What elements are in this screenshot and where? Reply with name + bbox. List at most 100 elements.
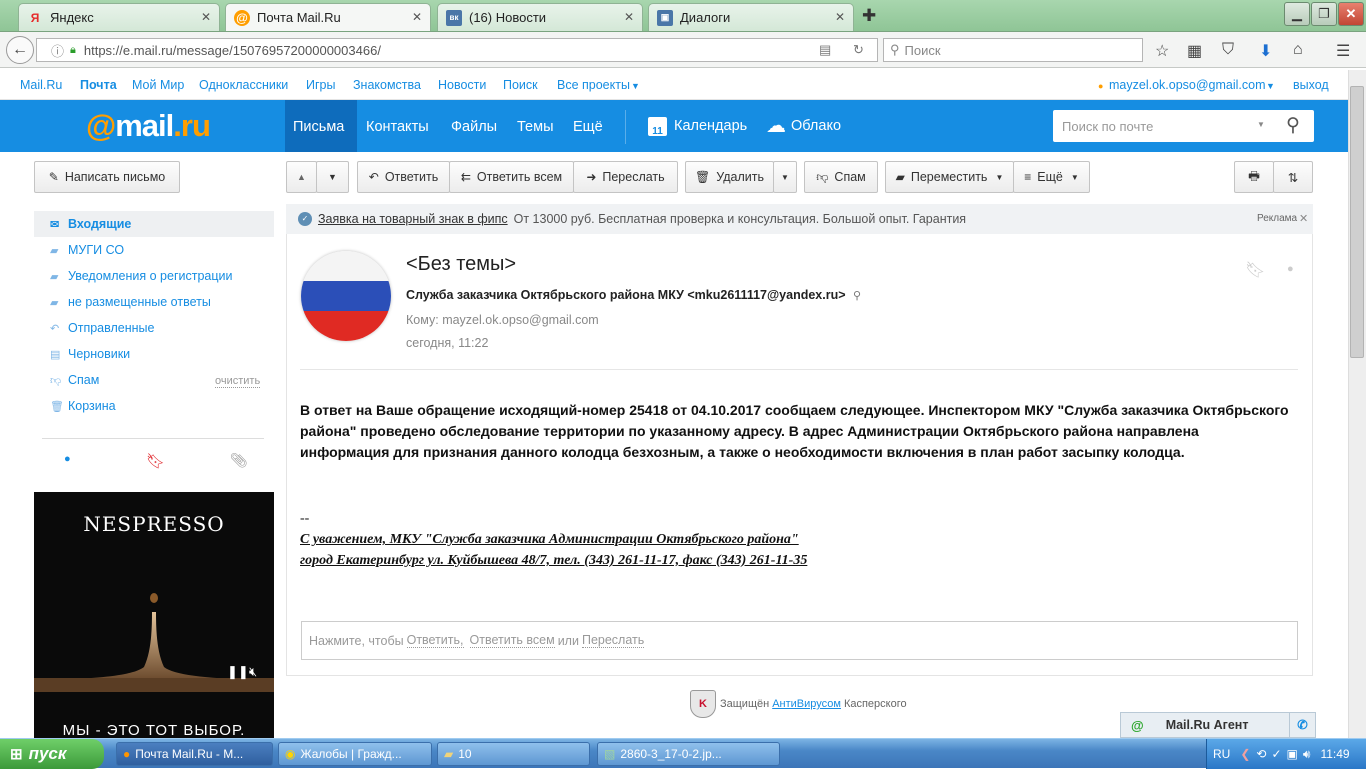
mailru-logo[interactable]: @mail.ru — [86, 108, 211, 144]
reading-list-icon[interactable]: ▦ — [1187, 41, 1202, 61]
close-icon[interactable]: ✕ — [201, 10, 211, 24]
print-button[interactable]: 🖶︎ — [1234, 161, 1274, 193]
link-dating[interactable]: Знакомства — [353, 78, 421, 92]
nav-themes[interactable]: Темы — [509, 100, 562, 152]
pocket-icon[interactable]: ⛉ — [1222, 41, 1234, 59]
tab-mailru[interactable]: @ Почта Mail.Ru ✕ — [225, 3, 431, 31]
task-image-viewer[interactable]: ▧ 2860-3_17-0-2.jp... — [597, 742, 780, 766]
nav-cloud[interactable]: ☁ Облако — [758, 100, 849, 152]
sync-icon[interactable]: ✓ — [1271, 747, 1281, 761]
tab-yandex[interactable]: Я Яндекс ✕ — [18, 3, 220, 31]
folder-drafts[interactable]: ▤ Черновики — [34, 341, 274, 367]
folder-sent[interactable]: ↶ Отправленные — [34, 315, 274, 341]
move-button[interactable]: ▰ Переместить ▼ — [885, 161, 1014, 193]
antivirus-link[interactable]: АнтиВирусом — [772, 698, 841, 710]
task-chrome-complaints[interactable]: ◉ Жалобы | Гражд... — [278, 742, 432, 766]
folder-mugi-so[interactable]: ▰ МУГИ СО — [34, 237, 274, 263]
next-message-button[interactable]: ▼ — [316, 161, 349, 193]
flag-icon[interactable]: 🔖︎ — [1245, 260, 1265, 280]
ad-line[interactable]: ✓ Заявка на товарный знак в фипс От 1300… — [286, 204, 1313, 234]
language-indicator[interactable]: RU — [1213, 747, 1230, 761]
close-icon[interactable]: ✕ — [412, 10, 422, 24]
maximize-button[interactable]: ❐ — [1311, 2, 1337, 26]
quick-forward-link[interactable]: Переслать — [581, 633, 645, 648]
reader-view-icon[interactable]: ▤ — [819, 42, 831, 58]
link-all-projects[interactable]: Все проекты — [557, 78, 630, 92]
nav-contacts[interactable]: Контакты — [358, 100, 437, 152]
task-folder-10[interactable]: ▰ 10 — [437, 742, 590, 766]
more-button[interactable]: ≡ Ещё ▼ — [1013, 161, 1090, 193]
account-email[interactable]: mayzel.ok.opso@gmail.com — [1109, 78, 1266, 92]
mail-search-input[interactable]: Поиск по почте ▼ ⚲ — [1053, 110, 1314, 142]
quick-reply-all-link[interactable]: Ответить всем — [469, 633, 555, 648]
nav-more[interactable]: Ещё — [565, 100, 611, 152]
read-status-icon[interactable]: ● — [1287, 263, 1294, 275]
browser-search-input[interactable]: ⚲ Поиск — [883, 38, 1143, 62]
tab-dialogs[interactable]: ▣ Диалоги ✕ — [648, 3, 854, 31]
quick-reply-link[interactable]: Ответить, — [406, 633, 464, 648]
nav-letters[interactable]: Письма — [285, 100, 357, 152]
link-mailru[interactable]: Mail.Ru — [20, 78, 62, 92]
attachment-filter-icon[interactable]: 📎︎ — [230, 452, 248, 469]
display-icon[interactable]: ▣ — [1287, 747, 1298, 761]
close-icon[interactable]: ✕ — [1299, 212, 1308, 225]
menu-icon[interactable]: ☰ — [1336, 41, 1350, 61]
quick-reply-box[interactable]: Нажмите, чтобы Ответить, Ответить всем и… — [301, 621, 1298, 660]
link-games[interactable]: Игры — [306, 78, 335, 92]
folder-inbox[interactable]: ✉ Входящие — [34, 211, 274, 237]
volume-icon[interactable]: 🔊︎ — [1303, 747, 1311, 762]
new-tab-icon[interactable]: ✚ — [862, 6, 876, 26]
reply-all-button[interactable]: ⇇ Ответить всем — [449, 161, 574, 193]
tray-back-icon[interactable]: ❮ — [1240, 747, 1250, 761]
scrollbar-thumb[interactable] — [1350, 86, 1364, 358]
chevron-down-icon[interactable]: ▼ — [1257, 120, 1265, 129]
unread-filter-icon[interactable]: ● — [64, 453, 71, 465]
reload-icon[interactable]: ↻ — [853, 42, 864, 58]
to-address[interactable]: mayzel.ok.opso@gmail.com — [442, 313, 599, 327]
address-bar[interactable]: ⓘ 🔒︎ https://e.mail.ru/message/150769572… — [36, 38, 878, 62]
link-mail[interactable]: Почта — [80, 78, 117, 92]
close-icon[interactable]: ✕ — [624, 10, 634, 24]
delete-options-button[interactable]: ▼ — [773, 161, 797, 193]
logout-link[interactable]: выход — [1293, 78, 1329, 92]
network-icon[interactable]: ⟲ — [1256, 747, 1266, 761]
link-odnoklassniki[interactable]: Одноклассники — [199, 78, 288, 92]
mail-agent-bar[interactable]: @ Mail.Ru Агент ✆ — [1120, 712, 1316, 738]
link-news[interactable]: Новости — [438, 78, 486, 92]
reply-button[interactable]: ↶ Ответить — [357, 161, 450, 193]
mute-icon[interactable]: 🔇︎ — [249, 664, 257, 680]
spam-button[interactable]: 👎︎ Спам — [804, 161, 878, 193]
clock[interactable]: 11:49 — [1320, 747, 1349, 761]
nav-files[interactable]: Файлы — [443, 100, 505, 152]
minimize-button[interactable]: ▁ — [1284, 2, 1310, 26]
view-toggle-button[interactable]: ⇅ — [1273, 161, 1313, 193]
folder-registration-notifications[interactable]: ▰ Уведомления о регистрации — [34, 263, 274, 289]
prev-message-button[interactable]: ▲ — [286, 161, 317, 193]
nav-calendar[interactable]: 11 Календарь — [640, 100, 755, 152]
compose-button[interactable]: ✎ Написать письмо — [34, 161, 180, 193]
folder-unposted-answers[interactable]: ▰ не размещенные ответы — [34, 289, 274, 315]
start-button[interactable]: ⊞ пуск — [0, 739, 104, 769]
close-window-button[interactable]: ✕ — [1338, 2, 1364, 26]
tab-vk-news[interactable]: вк (16) Новости ✕ — [437, 3, 643, 31]
info-icon[interactable]: ⓘ — [51, 41, 64, 60]
home-icon[interactable]: ⌂ — [1293, 41, 1303, 59]
link-my-world[interactable]: Мой Мир — [132, 78, 184, 92]
bookmark-star-icon[interactable]: ☆ — [1155, 41, 1169, 61]
download-icon[interactable]: ⬇ — [1259, 41, 1272, 61]
flag-filter-icon[interactable]: 🔖︎ — [146, 452, 165, 470]
folder-trash[interactable]: 🗑︎ Корзина — [34, 393, 274, 419]
delete-button[interactable]: 🗑︎ Удалить — [685, 161, 774, 193]
search-icon[interactable]: ⚲ — [853, 290, 861, 302]
ad-link[interactable]: Заявка на товарный знак в фипс — [318, 212, 508, 226]
phone-icon[interactable]: ✆ — [1289, 713, 1315, 737]
back-button[interactable]: ← — [6, 36, 34, 64]
search-icon[interactable]: ⚲ — [1286, 114, 1300, 137]
close-icon[interactable]: ✕ — [835, 10, 845, 24]
message-from[interactable]: Служба заказчика Октябрьского района МКУ… — [406, 288, 861, 302]
clean-spam-link[interactable]: очистить — [215, 375, 261, 388]
pause-icon[interactable]: ❚❚ — [227, 664, 249, 680]
task-firefox-mail[interactable]: ● Почта Mail.Ru - М... — [116, 742, 273, 766]
link-search[interactable]: Поиск — [503, 78, 538, 92]
ad-banner[interactable]: NESPRESSO ❚❚ 🔇︎ МЫ - ЭТО ТОТ ВЫБОР. — [34, 492, 274, 742]
